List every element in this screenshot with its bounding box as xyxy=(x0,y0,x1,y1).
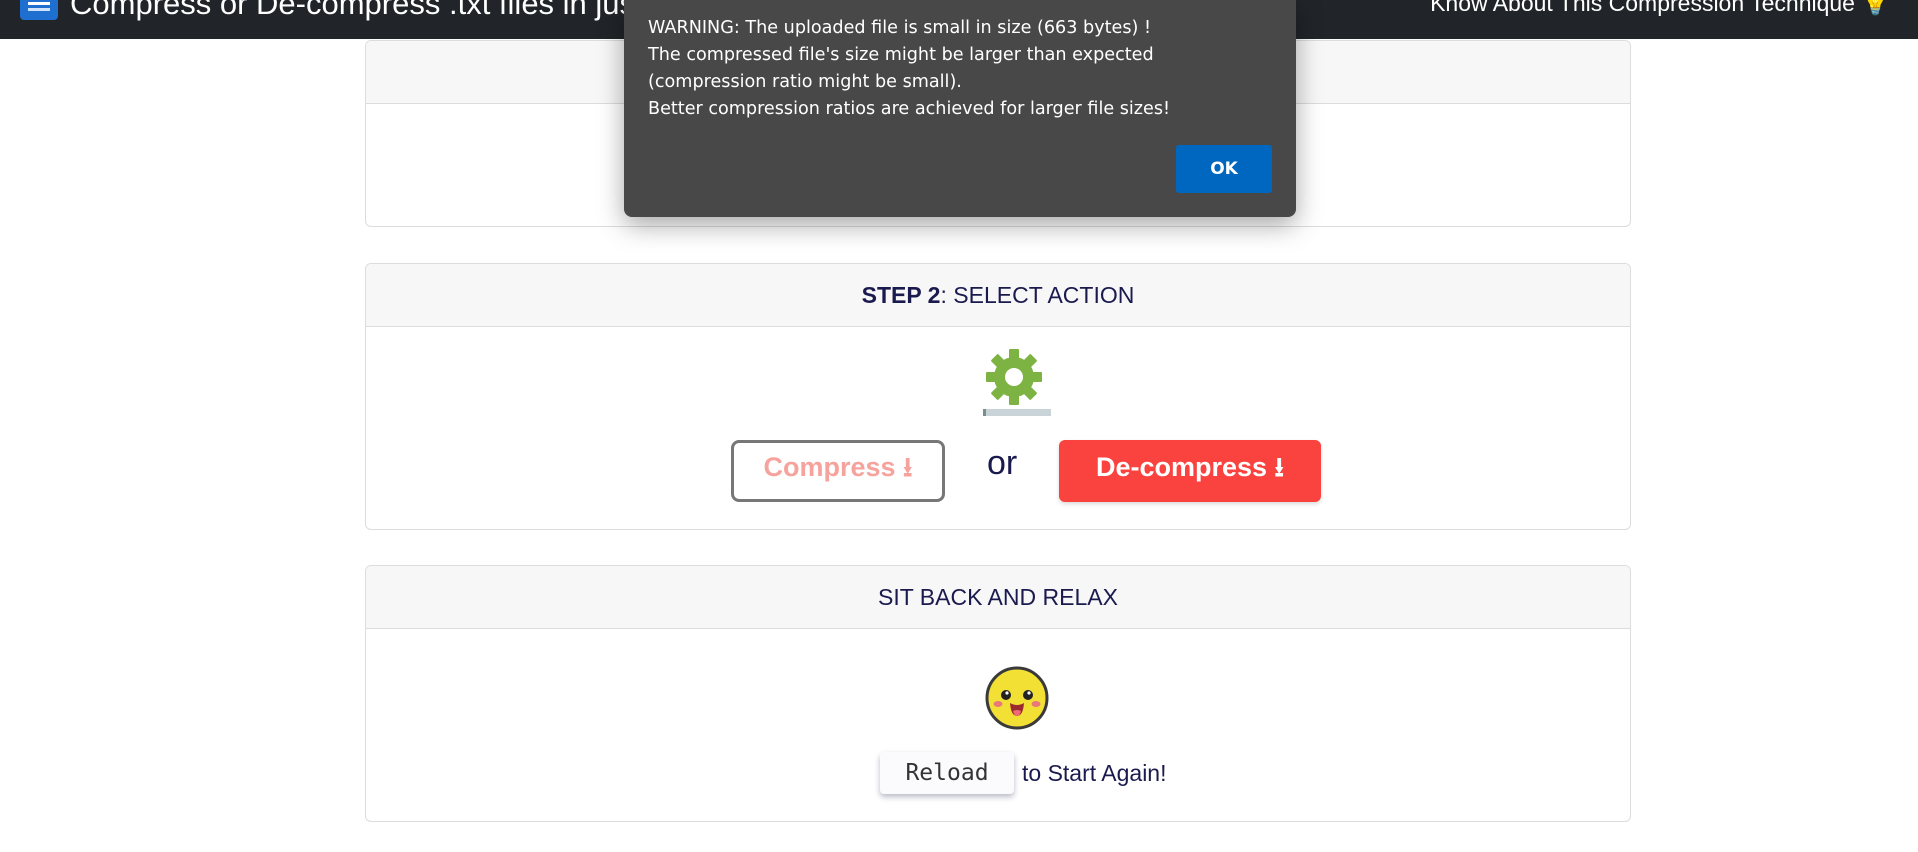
progress-fill xyxy=(983,409,987,416)
or-separator: or xyxy=(987,444,1018,482)
reload-hint: to Start Again! xyxy=(1022,759,1167,786)
document-icon xyxy=(20,0,58,20)
dialog-line: The compressed file's size might be larg… xyxy=(648,45,1154,92)
progress-bar xyxy=(983,409,1051,416)
decompress-button[interactable]: De-compress ⭳ xyxy=(1059,440,1321,502)
relax-header: SIT BACK AND RELAX xyxy=(366,566,1630,629)
gear-icon xyxy=(986,349,1042,405)
dialog-line: Better compression ratios are achieved f… xyxy=(648,99,1171,119)
step2-label: STEP 2 xyxy=(861,281,941,308)
step2-header: STEP 2: SELECT ACTION xyxy=(366,264,1630,327)
processing-indicator xyxy=(983,346,1051,416)
smiley-face-icon xyxy=(985,666,1049,730)
step2-title: : SELECT ACTION xyxy=(940,281,1135,308)
compression-technique-link[interactable]: Know About This Compression Technique 💡 xyxy=(1430,0,1890,17)
reload-row: Reload to Start Again! xyxy=(880,752,1166,794)
relax-card: SIT BACK AND RELAX Reload to Start Again… xyxy=(365,565,1631,822)
compress-button[interactable]: Compress ⭳ xyxy=(731,440,945,502)
step2-card: STEP 2: SELECT ACTION Compress ⭳ or De-c… xyxy=(365,263,1631,530)
reload-button[interactable]: Reload xyxy=(880,752,1014,794)
warning-dialog: WARNING: The uploaded file is small in s… xyxy=(624,0,1296,217)
dialog-line: WARNING: The uploaded file is small in s… xyxy=(648,18,1152,38)
app-title: Compress or De-compress .txt files in ju… xyxy=(70,0,644,21)
ok-button[interactable]: OK xyxy=(1176,145,1272,193)
dialog-message: WARNING: The uploaded file is small in s… xyxy=(648,15,1268,123)
